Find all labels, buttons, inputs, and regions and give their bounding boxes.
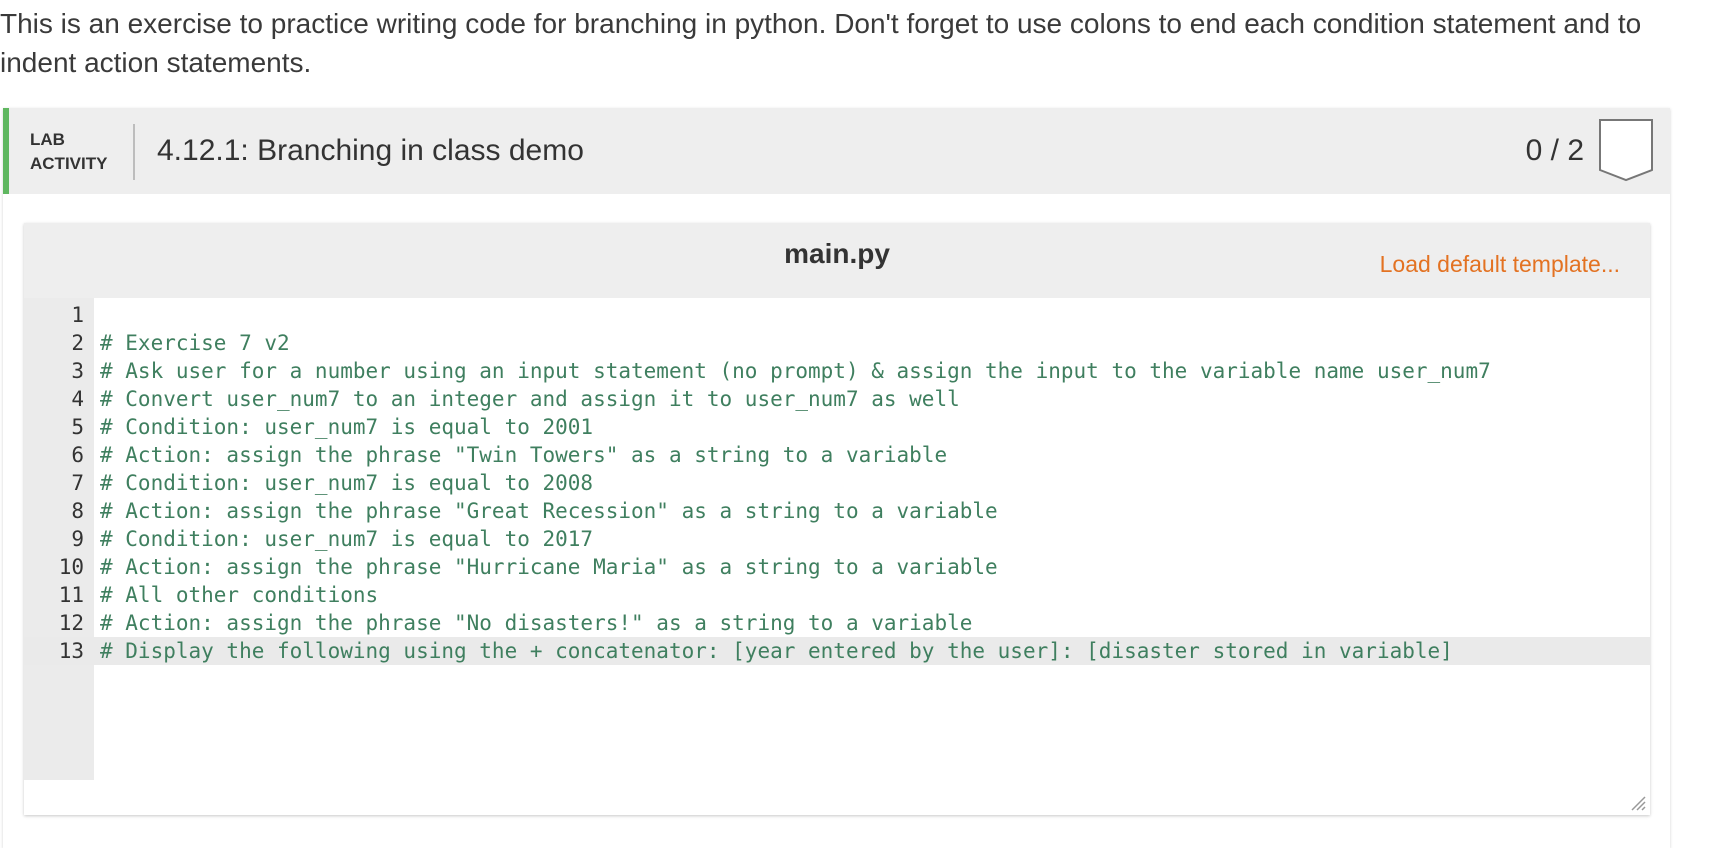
line-number: 8	[71, 499, 84, 523]
lab-activity-panel: LAB ACTIVITY 4.12.1: Branching in class …	[3, 108, 1670, 848]
code-text-area[interactable]: 1 2 # Exercise 7 v2 3 # Ask user for a numbe…	[24, 298, 1650, 815]
code-line[interactable]: 3 # Ask user for a number using an input …	[24, 357, 1650, 385]
line-number: 9	[71, 527, 84, 551]
line-number: 6	[71, 443, 84, 467]
line-number: 11	[58, 583, 84, 607]
code-line-text: # Condition: user_num7 is equal to 2008	[100, 471, 594, 495]
score-text: 0 / 2	[1525, 134, 1584, 167]
code-editor: main.py Load default template... 1 2 # Exe…	[24, 223, 1650, 815]
lab-type-line2: ACTIVITY	[30, 154, 108, 173]
code-line-text: # Action: assign the phrase "Twin Towers…	[100, 443, 948, 467]
editor-toolbar: main.py Load default template...	[24, 223, 1650, 298]
instructions-text: This is an exercise to practice writing …	[0, 8, 1642, 78]
code-line[interactable]: 4 # Convert user_num7 to an integer and a…	[24, 385, 1650, 413]
line-number: 13	[58, 639, 84, 663]
code-line-text: # Action: assign the phrase "Great Reces…	[100, 499, 998, 523]
code-line[interactable]: 9 # Condition: user_num7 is equal to 2017	[24, 525, 1650, 553]
line-number: 3	[71, 359, 84, 383]
code-line[interactable]: 13 # Display the following using the + co…	[24, 637, 1650, 665]
lab-title: 4.12.1: Branching in class demo	[157, 134, 584, 167]
line-number: 7	[71, 471, 84, 495]
lab-type-line1: LAB	[30, 130, 65, 149]
line-number: 10	[58, 555, 84, 579]
load-default-template-link[interactable]: Load default template...	[1380, 251, 1620, 278]
code-line[interactable]: 5 # Condition: user_num7 is equal to 2001	[24, 413, 1650, 441]
line-number: 1	[71, 303, 84, 327]
line-number: 12	[58, 611, 84, 635]
code-line[interactable]: 7 # Condition: user_num7 is equal to 2008	[24, 469, 1650, 497]
line-number: 5	[71, 415, 84, 439]
code-line[interactable]: 12 # Action: assign the phrase "No disast…	[24, 609, 1650, 637]
code-line[interactable]: 2 # Exercise 7 v2	[24, 329, 1650, 357]
code-line-text: # Convert user_num7 to an integer and as…	[100, 387, 960, 411]
code-line-text: # All other conditions	[100, 583, 379, 607]
code-line[interactable]: 8 # Action: assign the phrase "Great Rece…	[24, 497, 1650, 525]
lab-type-label: LAB ACTIVITY	[30, 128, 107, 176]
lab-header: LAB ACTIVITY 4.12.1: Branching in class …	[3, 108, 1670, 194]
code-line[interactable]: 1	[24, 301, 1650, 329]
line-number: 4	[71, 387, 84, 411]
code-line-text: # Display the following using the + conc…	[100, 639, 1453, 663]
code-line-text: # Ask user for a number using an input s…	[100, 359, 1491, 383]
line-number: 2	[71, 331, 84, 355]
code-line-text: # Condition: user_num7 is equal to 2017	[100, 527, 594, 551]
code-line[interactable]: 11 # All other conditions	[24, 581, 1650, 609]
resize-grip-icon[interactable]	[1628, 793, 1646, 811]
code-line-text: # Action: assign the phrase "Hurricane M…	[100, 555, 998, 579]
code-line-text: # Condition: user_num7 is equal to 2001	[100, 415, 594, 439]
score-badge-icon	[1599, 119, 1653, 182]
header-divider	[133, 124, 135, 180]
code-line-text: # Exercise 7 v2	[100, 331, 290, 355]
code-line-text: # Action: assign the phrase "No disaster…	[100, 611, 973, 635]
code-line[interactable]: 10 # Action: assign the phrase "Hurricane…	[24, 553, 1650, 581]
code-line[interactable]: 6 # Action: assign the phrase "Twin Tower…	[24, 441, 1650, 469]
